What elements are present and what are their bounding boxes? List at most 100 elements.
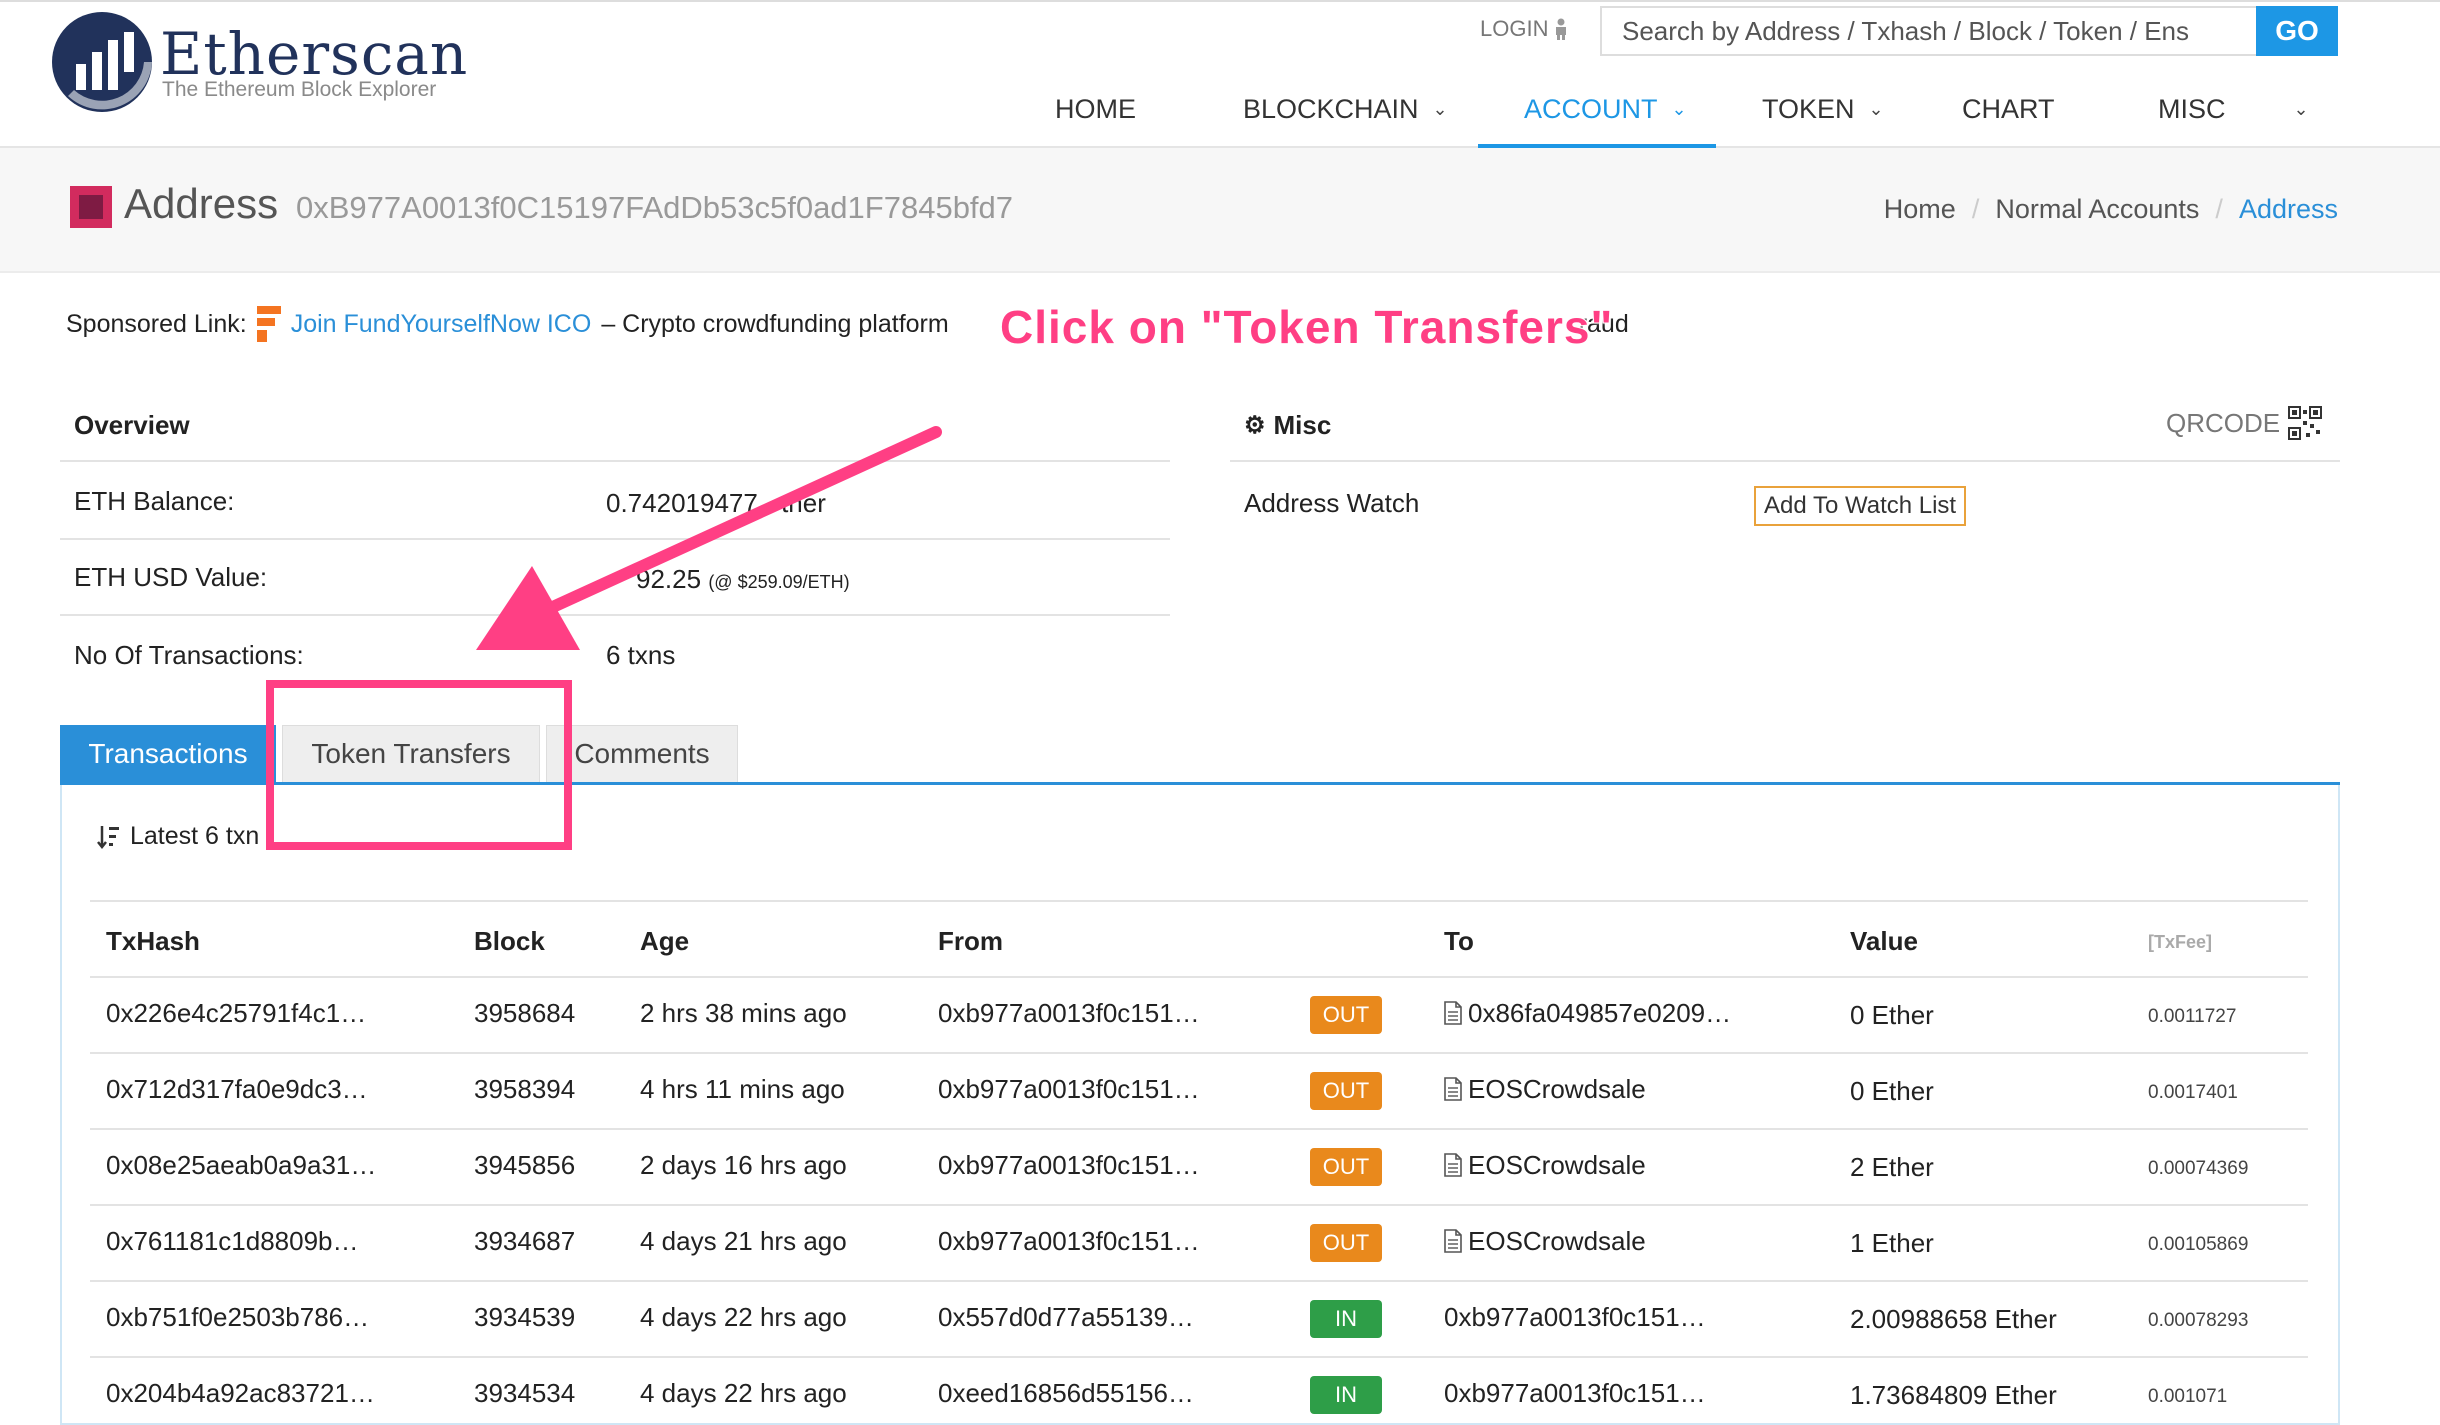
tx-age: 4 days 21 hrs ago [640,1226,847,1256]
from-address[interactable]: 0xeed16856d55156… [938,1378,1194,1409]
breadcrumb-address[interactable]: Address [2239,194,2338,225]
eth-balance-unit: ther [781,488,826,518]
to-address-label: EOSCrowdsale [1468,1074,1646,1104]
to-address-label: 0x86fa049857e0209… [1468,998,1732,1028]
to-address: 0xb977a0013f0c151… [1444,1302,1706,1332]
column-header-age: Age [640,926,690,956]
tx-age: 2 days 16 hrs ago [640,1150,847,1180]
eth-usd-value: 92.25 (@ $259.09/ETH) [636,564,850,595]
nav-account[interactable]: ACCOUNT ⌄ [1524,94,1687,125]
contract-icon [1444,1001,1462,1025]
contract-icon [1444,1229,1462,1253]
tx-value: 2 Ether [1850,1152,1934,1182]
nav-chart-label: CHART [1962,94,2055,124]
block-link[interactable]: 3934534 [474,1378,575,1409]
qrcode-label: QRCODE [2166,407,2281,438]
etherscan-logo-icon[interactable] [48,8,156,116]
divider [90,900,2308,902]
tx-hash-link[interactable]: 0x08e25aeab0a9a31… [106,1150,376,1181]
divider [1230,460,2340,462]
tx-hash-link[interactable]: 0xb751f0e2503b786… [106,1302,369,1333]
login-link[interactable]: LOGIN [1480,16,1568,42]
block-link[interactable]: 3934687 [474,1226,575,1257]
row-divider [90,1280,2308,1282]
to-address[interactable]: EOSCrowdsale [1444,1226,1646,1257]
direction-badge: IN [1310,1300,1382,1338]
breadcrumb-separator: / [1971,194,1980,224]
misc-title: ⚙ Misc [1244,410,1331,441]
tx-age: 4 hrs 11 mins ago [640,1074,845,1104]
divider [60,538,1170,540]
to-address[interactable]: EOSCrowdsale [1444,1074,1646,1105]
direction-badge: IN [1310,1376,1382,1414]
chevron-down-icon: ⌄ [1432,99,1448,119]
chevron-down-icon: ⌄ [1671,99,1687,119]
row-divider [90,1128,2308,1130]
tx-hash-link[interactable]: 0x204b4a92ac83721… [106,1378,375,1409]
tx-fee: 0.0011727 [2148,1006,2237,1027]
address-hash: 0xB977A0013f0C15197FAdDb53c5f0ad1F7845bf… [296,190,1014,225]
qrcode-link[interactable]: QRCODE [2166,406,2323,440]
overview-title: Overview [74,410,190,440]
tx-age: 2 hrs 38 mins ago [640,998,847,1028]
from-address: 0xb977a0013f0c151… [938,998,1200,1028]
column-header-txhash: TxHash [106,926,200,956]
tab-comments[interactable]: Comments [546,725,738,783]
sort-icon [97,825,119,849]
nav-token[interactable]: TOKEN ⌄ [1762,94,1884,125]
add-to-watch-list-button[interactable]: Add To Watch List [1754,486,1967,526]
address-identicon [70,186,112,228]
direction-badge: OUT [1310,1072,1382,1110]
to-address-label: EOSCrowdsale [1468,1226,1646,1256]
breadcrumb: Home / Normal Accounts / Address [1884,194,2338,225]
tx-age: 4 days 22 hrs ago [640,1302,847,1332]
nav-misc[interactable]: MISC ⌄ [2158,94,2309,125]
breadcrumb-home[interactable]: Home [1884,194,1956,225]
contract-icon [1444,1153,1462,1177]
contract-icon [1444,1077,1462,1101]
top-navbar: Etherscan The Ethereum Block Explorer LO… [0,0,2440,148]
to-address: 0xb977a0013f0c151… [1444,1378,1706,1408]
breadcrumb-normal-accounts[interactable]: Normal Accounts [1995,194,2199,225]
to-address-label: EOSCrowdsale [1468,1150,1646,1180]
nav-chart[interactable]: CHART [1962,94,2055,125]
nav-blockchain[interactable]: BLOCKCHAIN ⌄ [1243,94,1448,125]
tx-hash-link[interactable]: 0x712d317fa0e9dc3… [106,1074,368,1105]
from-address[interactable]: 0x557d0d77a55139… [938,1302,1194,1333]
fundyourselfnow-logo-icon [256,306,281,342]
txn-count-label: No Of Transactions: [74,640,304,670]
block-link[interactable]: 3958394 [474,1074,575,1105]
sponsored-ico-link[interactable]: Join FundYourselfNow ICO [291,310,592,339]
tx-hash-link[interactable]: 0x761181c1d8809b… [106,1226,359,1257]
block-link[interactable]: 3958684 [474,998,575,1029]
gears-icon: ⚙ [1244,412,1266,439]
block-link[interactable]: 3934539 [474,1302,575,1333]
nav-home[interactable]: HOME [1055,94,1136,125]
block-link[interactable]: 3945856 [474,1150,575,1181]
latest-txns-label: Latest 6 txn [130,822,260,850]
eth-balance-value: 0.742019477 ther [606,488,826,519]
tx-fee: 0.00105869 [2148,1234,2249,1255]
eth-usd-label: ETH USD Value: [74,562,268,592]
eth-usd-amount: 92.25 [636,564,702,594]
column-header-block: Block [474,926,545,956]
tx-value: 0 Ether [1850,1000,1934,1030]
to-address[interactable]: 0x86fa049857e0209… [1444,998,1731,1029]
search-go-button[interactable]: GO [2256,6,2338,56]
tx-fee: 0.0017401 [2148,1082,2238,1103]
search-input[interactable]: Search by Address / Txhash / Block / Tok… [1600,6,2258,56]
txn-count-value: 6 txns [606,640,676,670]
tx-value: 2.00988658 Ether [1850,1304,2057,1334]
row-divider [90,1204,2308,1206]
sponsored-prefix: Sponsored Link: [66,309,247,338]
to-address[interactable]: EOSCrowdsale [1444,1150,1646,1181]
tx-value: 0 Ether [1850,1076,1934,1106]
column-header-txfee[interactable]: [TxFee] [2148,932,2212,953]
from-address: 0xb977a0013f0c151… [938,1226,1200,1256]
eth-price-note: (@ $259.09/ETH) [708,572,850,592]
divider [60,614,1170,616]
tx-hash-link[interactable]: 0x226e4c25791f4c1… [106,998,366,1029]
nav-token-label: TOKEN [1762,94,1855,124]
tab-transactions[interactable]: Transactions [60,725,276,783]
page-title: Address [124,180,279,227]
